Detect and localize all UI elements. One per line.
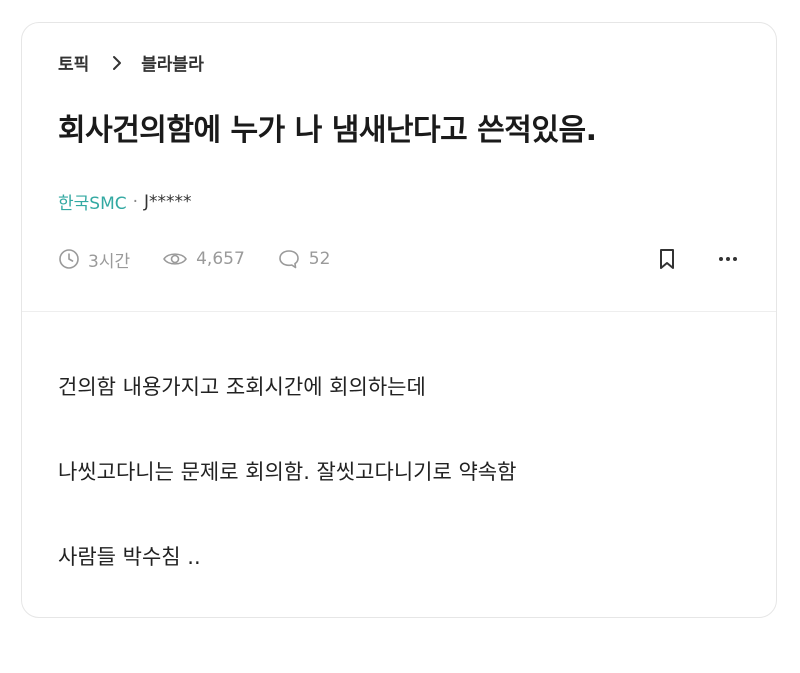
meta-separator: · <box>132 191 139 212</box>
time-stat: 3시간 <box>58 247 130 272</box>
post-title: 회사건의함에 누가 나 냄새난다고 쓴적있음. <box>58 113 597 148</box>
post-author-meta: 한국SMC · J***** <box>58 189 192 215</box>
post-body-line: 사람들 박수침 .. <box>58 545 201 569</box>
clock-icon <box>59 249 79 269</box>
breadcrumb: 토픽 블라블라 <box>58 50 204 75</box>
author-name: J***** <box>144 191 192 212</box>
post-body-line: 건의함 내용가지고 조회시간에 회의하는데 <box>58 375 426 399</box>
views-stat: 4,657 <box>162 248 245 270</box>
more-dots-icon[interactable] <box>716 247 740 271</box>
breadcrumb-board-link[interactable]: 블라블라 <box>141 50 204 75</box>
header-divider <box>22 311 776 312</box>
time-value: 3시간 <box>88 251 131 272</box>
post-card: 토픽 블라블라 회사건의함에 누가 나 냄새난다고 쓴적있음. 한국SMC · … <box>21 22 777 618</box>
chevron-right-icon <box>109 55 125 71</box>
bookmark-icon[interactable] <box>656 247 678 271</box>
company-name[interactable]: 한국SMC <box>58 189 127 214</box>
eye-icon <box>163 253 188 265</box>
post-body-line: 나씻고다니는 문제로 회의함. 잘씻고다니기로 약속함 <box>58 460 517 484</box>
comments-value: 52 <box>308 249 331 269</box>
post-actions <box>656 247 740 271</box>
breadcrumb-topic-link[interactable]: 토픽 <box>58 50 89 75</box>
comments-stat[interactable]: 52 <box>277 248 331 270</box>
views-value: 4,657 <box>196 249 245 269</box>
comment-bubble-icon <box>278 250 299 269</box>
post-stats: 3시간 4,657 52 <box>58 247 362 272</box>
